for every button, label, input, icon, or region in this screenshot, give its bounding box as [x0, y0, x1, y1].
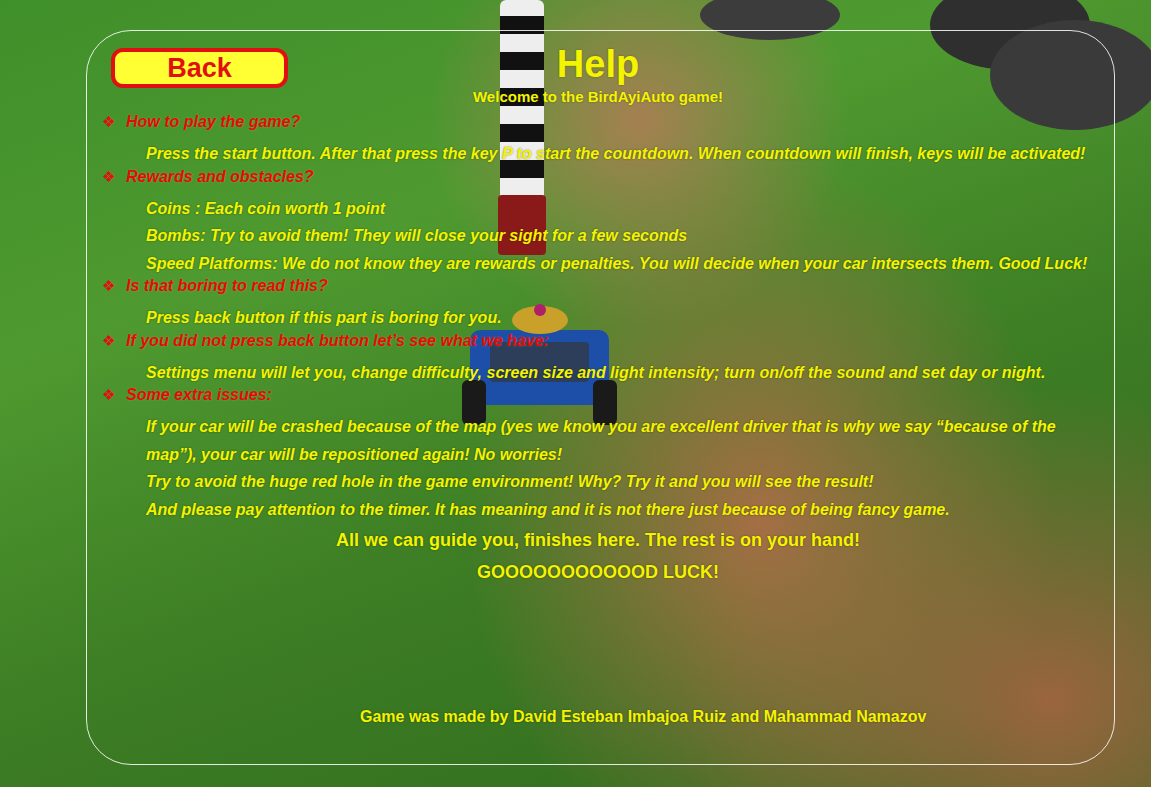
welcome-text: Welcome to the BirdAyiAuto game!: [102, 88, 1094, 105]
help-sections: ❖How to play the game?Press the start bu…: [102, 113, 1094, 523]
closing-text: GOOOOOOOOOOOD LUCK!: [102, 557, 1094, 587]
bullet-icon: ❖: [102, 277, 126, 295]
section-text: Settings menu will let you, change diffi…: [102, 359, 1094, 387]
bullet-icon: ❖: [102, 168, 126, 186]
help-title: Help: [557, 43, 639, 86]
bullet-icon: ❖: [102, 386, 126, 404]
section-heading: Is that boring to read this?: [126, 277, 328, 295]
section-text: Bombs: Try to avoid them! They will clos…: [102, 222, 1094, 250]
section-text: Coins : Each coin worth 1 point: [102, 195, 1094, 223]
section-heading-row: ❖Some extra issues:: [102, 386, 1094, 413]
section-heading-row: ❖If you did not press back button let’s …: [102, 332, 1094, 359]
section-text: If your car will be crashed because of t…: [102, 413, 1094, 468]
help-panel: BackHelpWelcome to the BirdAyiAuto game!…: [86, 30, 1115, 765]
section-text: Press the start button. After that press…: [102, 140, 1094, 168]
closing-text: All we can guide you, finishes here. The…: [102, 525, 1094, 555]
section-heading: Some extra issues:: [126, 386, 272, 404]
section-text: Try to avoid the huge red hole in the ga…: [102, 468, 1094, 496]
help-header: BackHelp: [102, 47, 1094, 88]
section-text: And please pay attention to the timer. I…: [102, 496, 1094, 524]
section-heading: If you did not press back button let’s s…: [126, 332, 549, 350]
bullet-icon: ❖: [102, 332, 126, 350]
section-heading-row: ❖Rewards and obstacles?: [102, 168, 1094, 195]
section-heading-row: ❖How to play the game?: [102, 113, 1094, 140]
section-text: Speed Platforms: We do not know they are…: [102, 250, 1094, 278]
section-text: Press back button if this part is boring…: [102, 304, 1094, 332]
credits-text: Game was made by David Esteban Imbajoa R…: [102, 708, 1094, 744]
section-heading-row: ❖Is that boring to read this?: [102, 277, 1094, 304]
section-heading: Rewards and obstacles?: [126, 168, 314, 186]
section-heading: How to play the game?: [126, 113, 300, 131]
back-button[interactable]: Back: [111, 48, 288, 88]
bullet-icon: ❖: [102, 113, 126, 131]
